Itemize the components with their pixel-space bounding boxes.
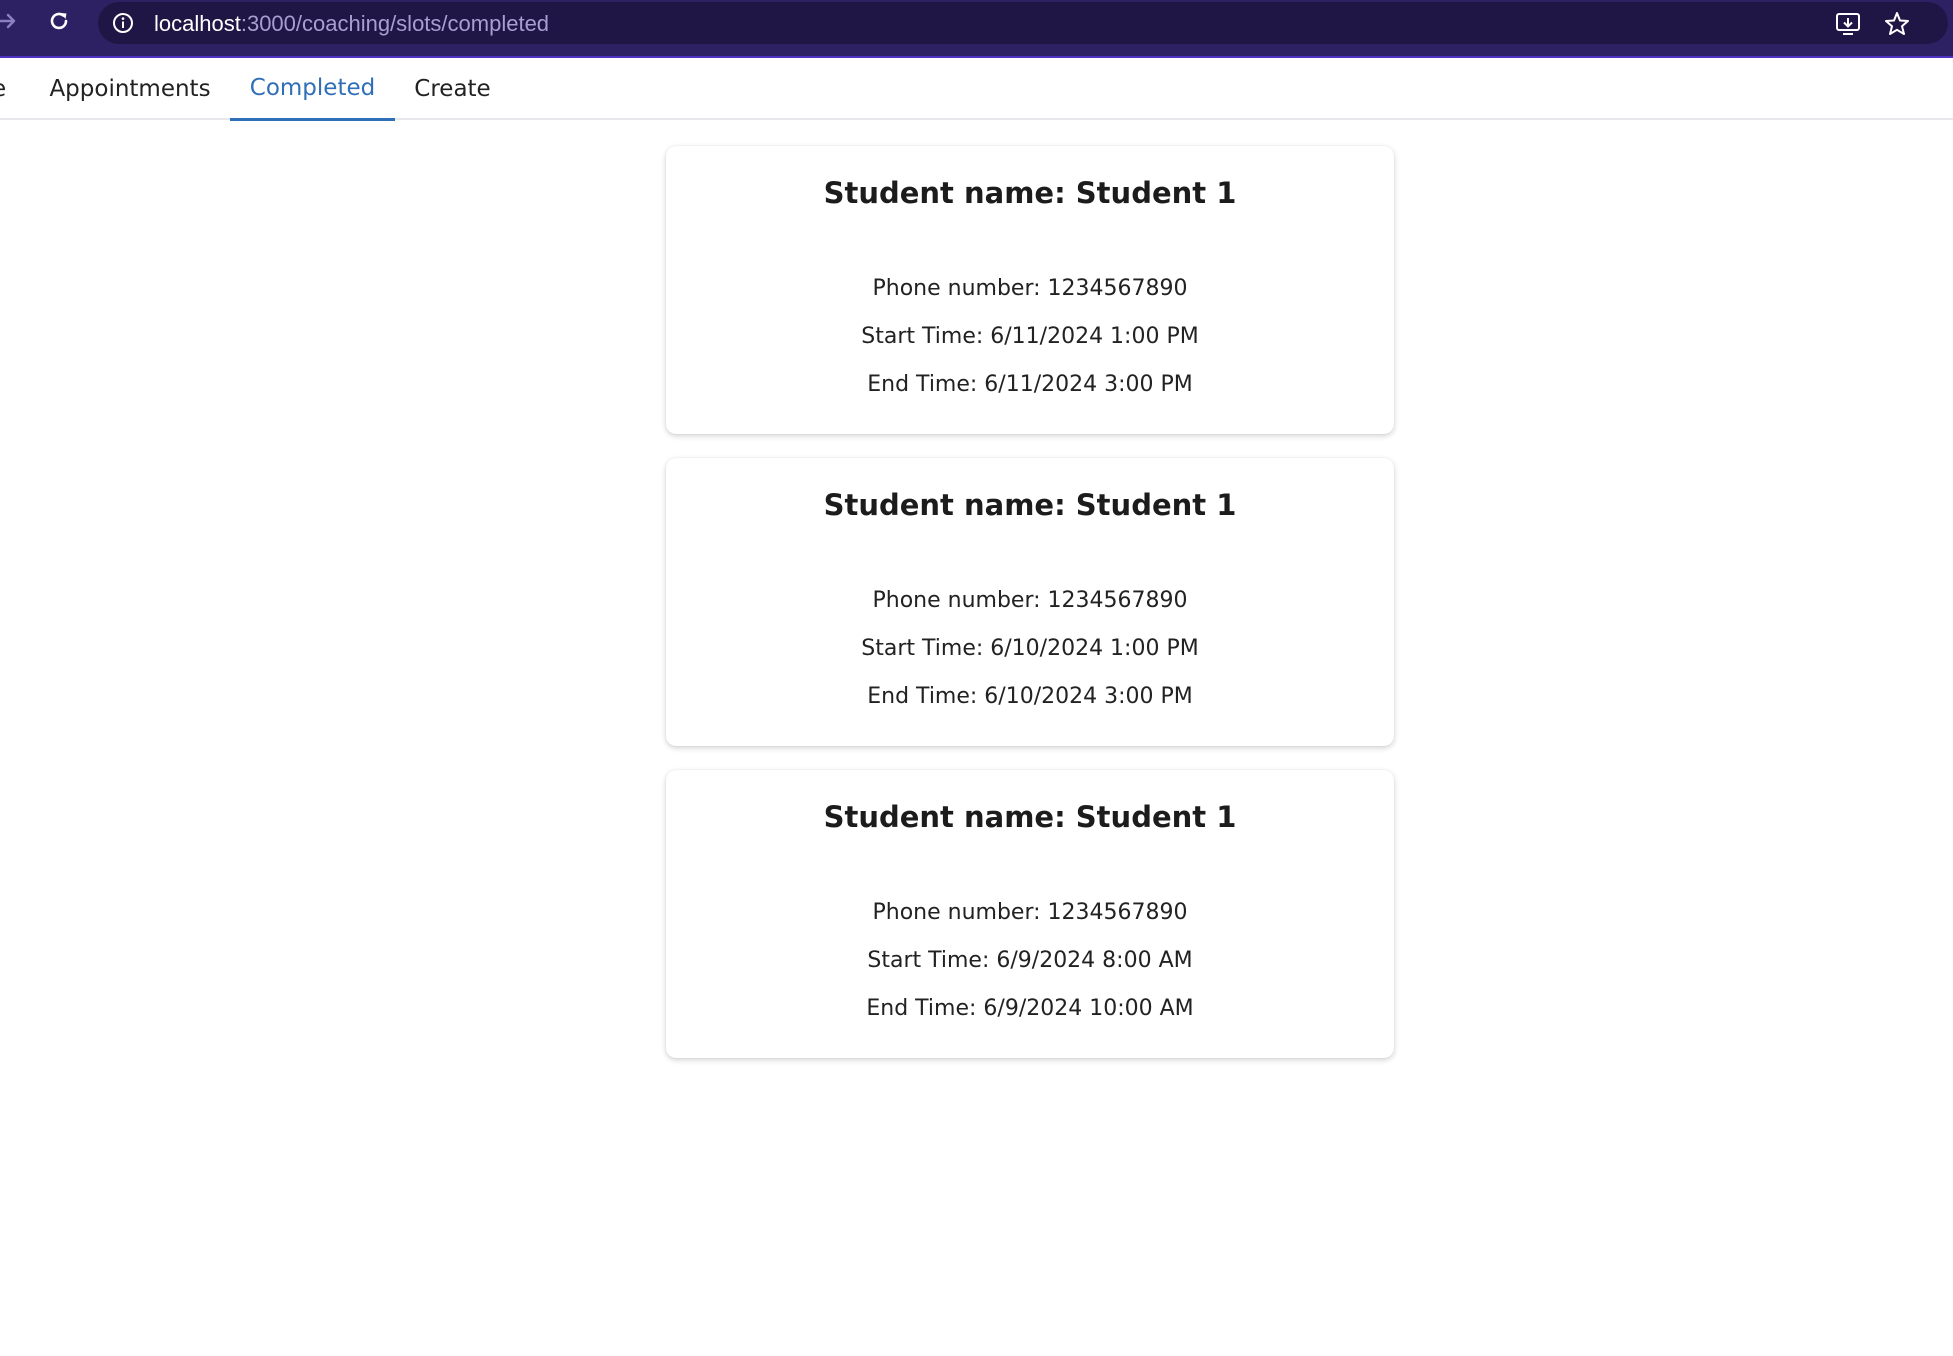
phone-number: Phone number: 1234567890 bbox=[872, 900, 1188, 925]
info-icon[interactable] bbox=[112, 12, 134, 34]
start-time: Start Time: 6/11/2024 1:00 PM bbox=[861, 324, 1199, 349]
tab-bar: e Appointments Completed Create bbox=[0, 58, 1953, 121]
tab-appointments[interactable]: Appointments bbox=[31, 58, 229, 120]
phone-number: Phone number: 1234567890 bbox=[872, 588, 1188, 613]
end-time: End Time: 6/10/2024 3:00 PM bbox=[867, 684, 1193, 709]
end-time: End Time: 6/11/2024 3:00 PM bbox=[867, 372, 1193, 397]
forward-arrow-icon[interactable] bbox=[0, 8, 20, 34]
start-time: Start Time: 6/9/2024 8:00 AM bbox=[867, 948, 1193, 973]
slot-card: Student name: Student 1 Phone number: 12… bbox=[666, 770, 1394, 1058]
student-name: Student name: Student 1 bbox=[823, 800, 1237, 834]
tab-create[interactable]: Create bbox=[396, 58, 509, 120]
url-text[interactable]: localhost:3000/coaching/slots/completed bbox=[154, 11, 549, 37]
slot-card: Student name: Student 1 Phone number: 12… bbox=[666, 146, 1394, 434]
reload-icon[interactable] bbox=[46, 8, 72, 34]
tab-completed[interactable]: Completed bbox=[230, 58, 395, 121]
tab-partial[interactable]: e bbox=[0, 58, 12, 120]
slot-card: Student name: Student 1 Phone number: 12… bbox=[666, 458, 1394, 746]
install-app-icon[interactable] bbox=[1834, 10, 1862, 38]
phone-number: Phone number: 1234567890 bbox=[872, 276, 1188, 301]
student-name: Student name: Student 1 bbox=[823, 488, 1237, 522]
url-host: localhost bbox=[154, 11, 241, 36]
address-bar[interactable]: localhost:3000/coaching/slots/completed bbox=[98, 2, 1948, 44]
student-name: Student name: Student 1 bbox=[823, 176, 1237, 210]
star-icon[interactable] bbox=[1883, 10, 1911, 38]
end-time: End Time: 6/9/2024 10:00 AM bbox=[866, 996, 1194, 1021]
url-path: :3000/coaching/slots/completed bbox=[240, 11, 550, 36]
start-time: Start Time: 6/10/2024 1:00 PM bbox=[861, 636, 1199, 661]
browser-toolbar: localhost:3000/coaching/slots/completed bbox=[0, 0, 1953, 58]
